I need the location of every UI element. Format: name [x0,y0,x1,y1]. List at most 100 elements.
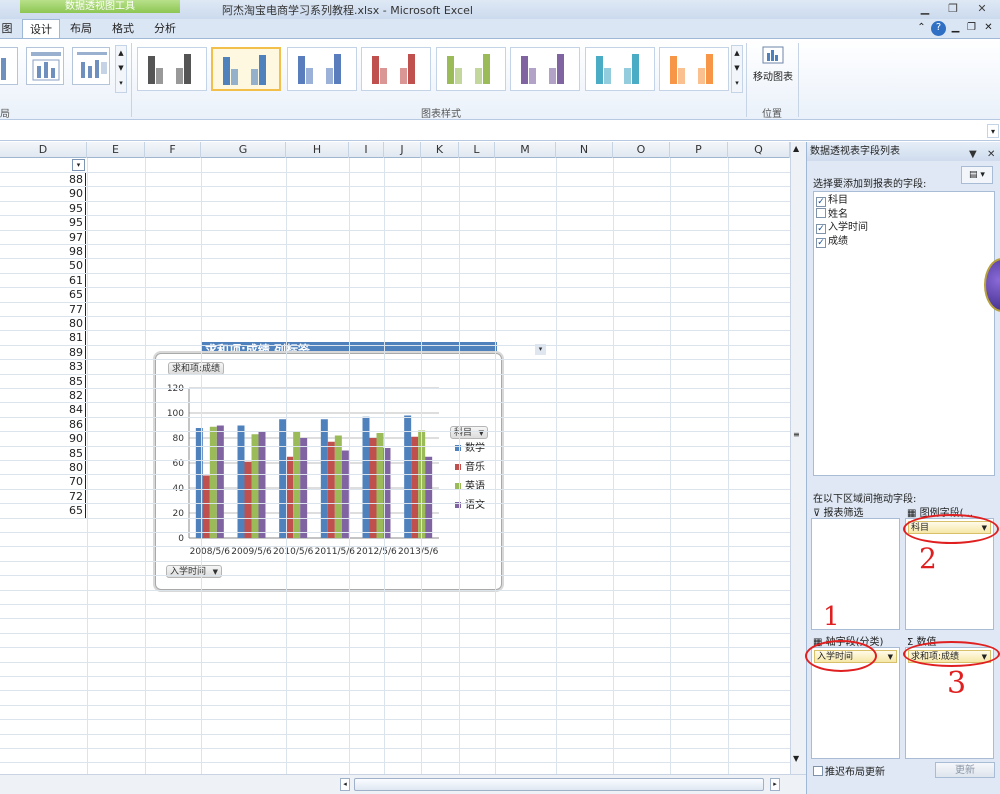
defer-update-checkbox[interactable] [813,766,823,776]
cell-d-value[interactable]: 72 [0,489,86,504]
pane-menu-icon[interactable]: ▼ [969,145,977,164]
chart-style-2[interactable] [211,47,281,91]
cell-d-value[interactable]: 70 [0,475,86,490]
styles-scroll[interactable]: ▲ ▼ ▾ [731,45,743,93]
worksheet-grid[interactable]: DEFGHIJKLMNOPQ 88 90 95 95 97 98 50 61 65 77 80 81 8… [0,142,790,774]
chart-layout-1[interactable] [0,47,18,85]
cell-d-value[interactable]: 80 [0,317,86,331]
bar-音乐 [244,461,252,538]
column-header-q[interactable]: Q [728,142,790,158]
legend-field-button[interactable]: 科目 ▼ [450,426,488,439]
move-chart-button[interactable]: 移动图表 [750,45,796,89]
bar-数学 [237,425,245,538]
cell-d-value[interactable]: 95 [0,201,86,216]
cell-d-value[interactable]: 88 [0,173,86,187]
field-checkbox[interactable]: ✓ [816,237,826,248]
cell-d-value[interactable]: 77 [0,302,86,317]
tab-design[interactable]: 设计 [22,19,60,39]
help-icon[interactable]: ? [931,21,946,36]
chart-layout-2[interactable] [26,47,64,85]
column-header-f[interactable]: F [145,142,201,158]
cell-d-value[interactable]: 80 [0,461,86,475]
cell-d-value[interactable]: 95 [0,216,86,231]
scroll-down-icon[interactable]: ▼ [793,754,799,763]
column-header-n[interactable]: N [556,142,613,158]
field-list: ✓ 科目 姓名 ✓ 入学时间 ✓ 成绩 [813,191,995,476]
gridline-horizontal [0,258,790,260]
chart-style-6[interactable] [510,47,580,91]
defer-update-row[interactable]: 推迟布局更新 [813,763,885,778]
chart-style-7[interactable] [585,47,655,91]
group-label-location: 位置 [762,109,782,120]
field-item[interactable]: ✓ 入学时间 [816,221,868,234]
chart-style-1[interactable] [137,47,207,91]
cell-d-value[interactable]: 81 [0,331,86,346]
cell-d-value[interactable]: 97 [0,230,86,245]
scroll-right-icon[interactable]: ▸ [770,778,780,791]
chart-style-5[interactable] [436,47,506,91]
update-button[interactable]: 更新 [935,762,995,778]
column-header-e[interactable]: E [87,142,145,158]
cell-d-value[interactable]: 89 [0,345,86,360]
field-item[interactable]: 姓名 [816,207,848,221]
cell-d-value[interactable]: 90 [0,432,86,447]
cell-d-value[interactable]: 90 [0,187,86,202]
chart-style-icon [447,54,490,84]
formula-expand-icon[interactable]: ▾ [987,124,999,138]
cell-d-value[interactable]: 84 [0,403,86,418]
tab-analyze[interactable]: 分析 [146,19,184,39]
field-checkbox[interactable]: ✓ [816,224,826,234]
cell-d-value[interactable]: 61 [0,273,86,288]
column-header-i[interactable]: I [349,142,384,158]
layout-options-button[interactable]: ▤ ▾ [961,166,993,184]
close-icon[interactable]: ✕ [973,1,991,17]
scroll-up-icon[interactable]: ▲ [793,144,799,153]
column-header-o[interactable]: O [613,142,670,158]
horizontal-scrollbar[interactable]: ◂ ▸ [0,774,806,794]
column-header-l[interactable]: L [459,142,495,158]
cell-d-value[interactable]: 65 [0,288,86,303]
scroll-thumb[interactable] [354,778,764,791]
field-checkbox[interactable]: ✓ [816,197,826,207]
cell-d-value[interactable]: 85 [0,374,86,389]
tab-truncated[interactable]: 图 [0,19,14,39]
pane-close-icon[interactable]: ✕ [987,145,995,164]
cell-d-value[interactable]: 86 [0,417,86,432]
chart-style-4[interactable] [361,47,431,91]
chart-style-8[interactable] [659,47,729,91]
tab-layout[interactable]: 布局 [62,19,100,39]
formula-bar[interactable]: ▾ [0,121,1000,141]
field-checkbox[interactable] [816,207,826,218]
scroll-left-icon[interactable]: ◂ [340,778,350,791]
minimize-icon[interactable]: ▁ [916,1,934,17]
cell-d-value[interactable]: 85 [0,446,86,461]
tab-format[interactable]: 格式 [104,19,142,39]
cell-d-value[interactable]: 82 [0,389,86,403]
column-header-m[interactable]: M [495,142,556,158]
cell-d-value[interactable]: 50 [0,259,86,274]
field-item[interactable]: ✓ 科目 [816,194,848,207]
ribbon-collapse-icon[interactable]: ⌃ [914,21,929,36]
cell-d-value[interactable]: 98 [0,245,86,259]
column-header-h[interactable]: H [286,142,349,158]
cell-d-value[interactable]: 65 [0,504,86,519]
chart-layout-3[interactable] [72,47,110,85]
column-header-p[interactable]: P [670,142,728,158]
doc-close-icon[interactable]: ✕ [981,21,996,36]
chart-style-icon [521,54,564,84]
layouts-scroll[interactable]: ▲ ▼ ▾ [115,45,127,93]
vertical-scrollbar[interactable]: ▲ ≡ ▼ [790,142,806,774]
column-filter-dropdown[interactable]: ▾ [72,159,85,171]
column-header-d[interactable]: D [0,142,87,158]
chart-style-3[interactable] [287,47,357,91]
doc-minimize-icon[interactable]: ▁ [948,21,963,36]
splitter-icon[interactable]: ≡ [793,430,803,439]
doc-restore-icon[interactable]: ❐ [964,21,979,36]
x-tick-label: 2009/5/6 [231,547,272,557]
cell-d-value[interactable]: 83 [0,360,86,375]
restore-icon[interactable]: ❐ [944,1,962,17]
field-item[interactable]: ✓ 成绩 [816,235,848,248]
column-header-k[interactable]: K [421,142,459,158]
column-header-g[interactable]: G [201,142,286,158]
column-header-j[interactable]: J [384,142,421,158]
